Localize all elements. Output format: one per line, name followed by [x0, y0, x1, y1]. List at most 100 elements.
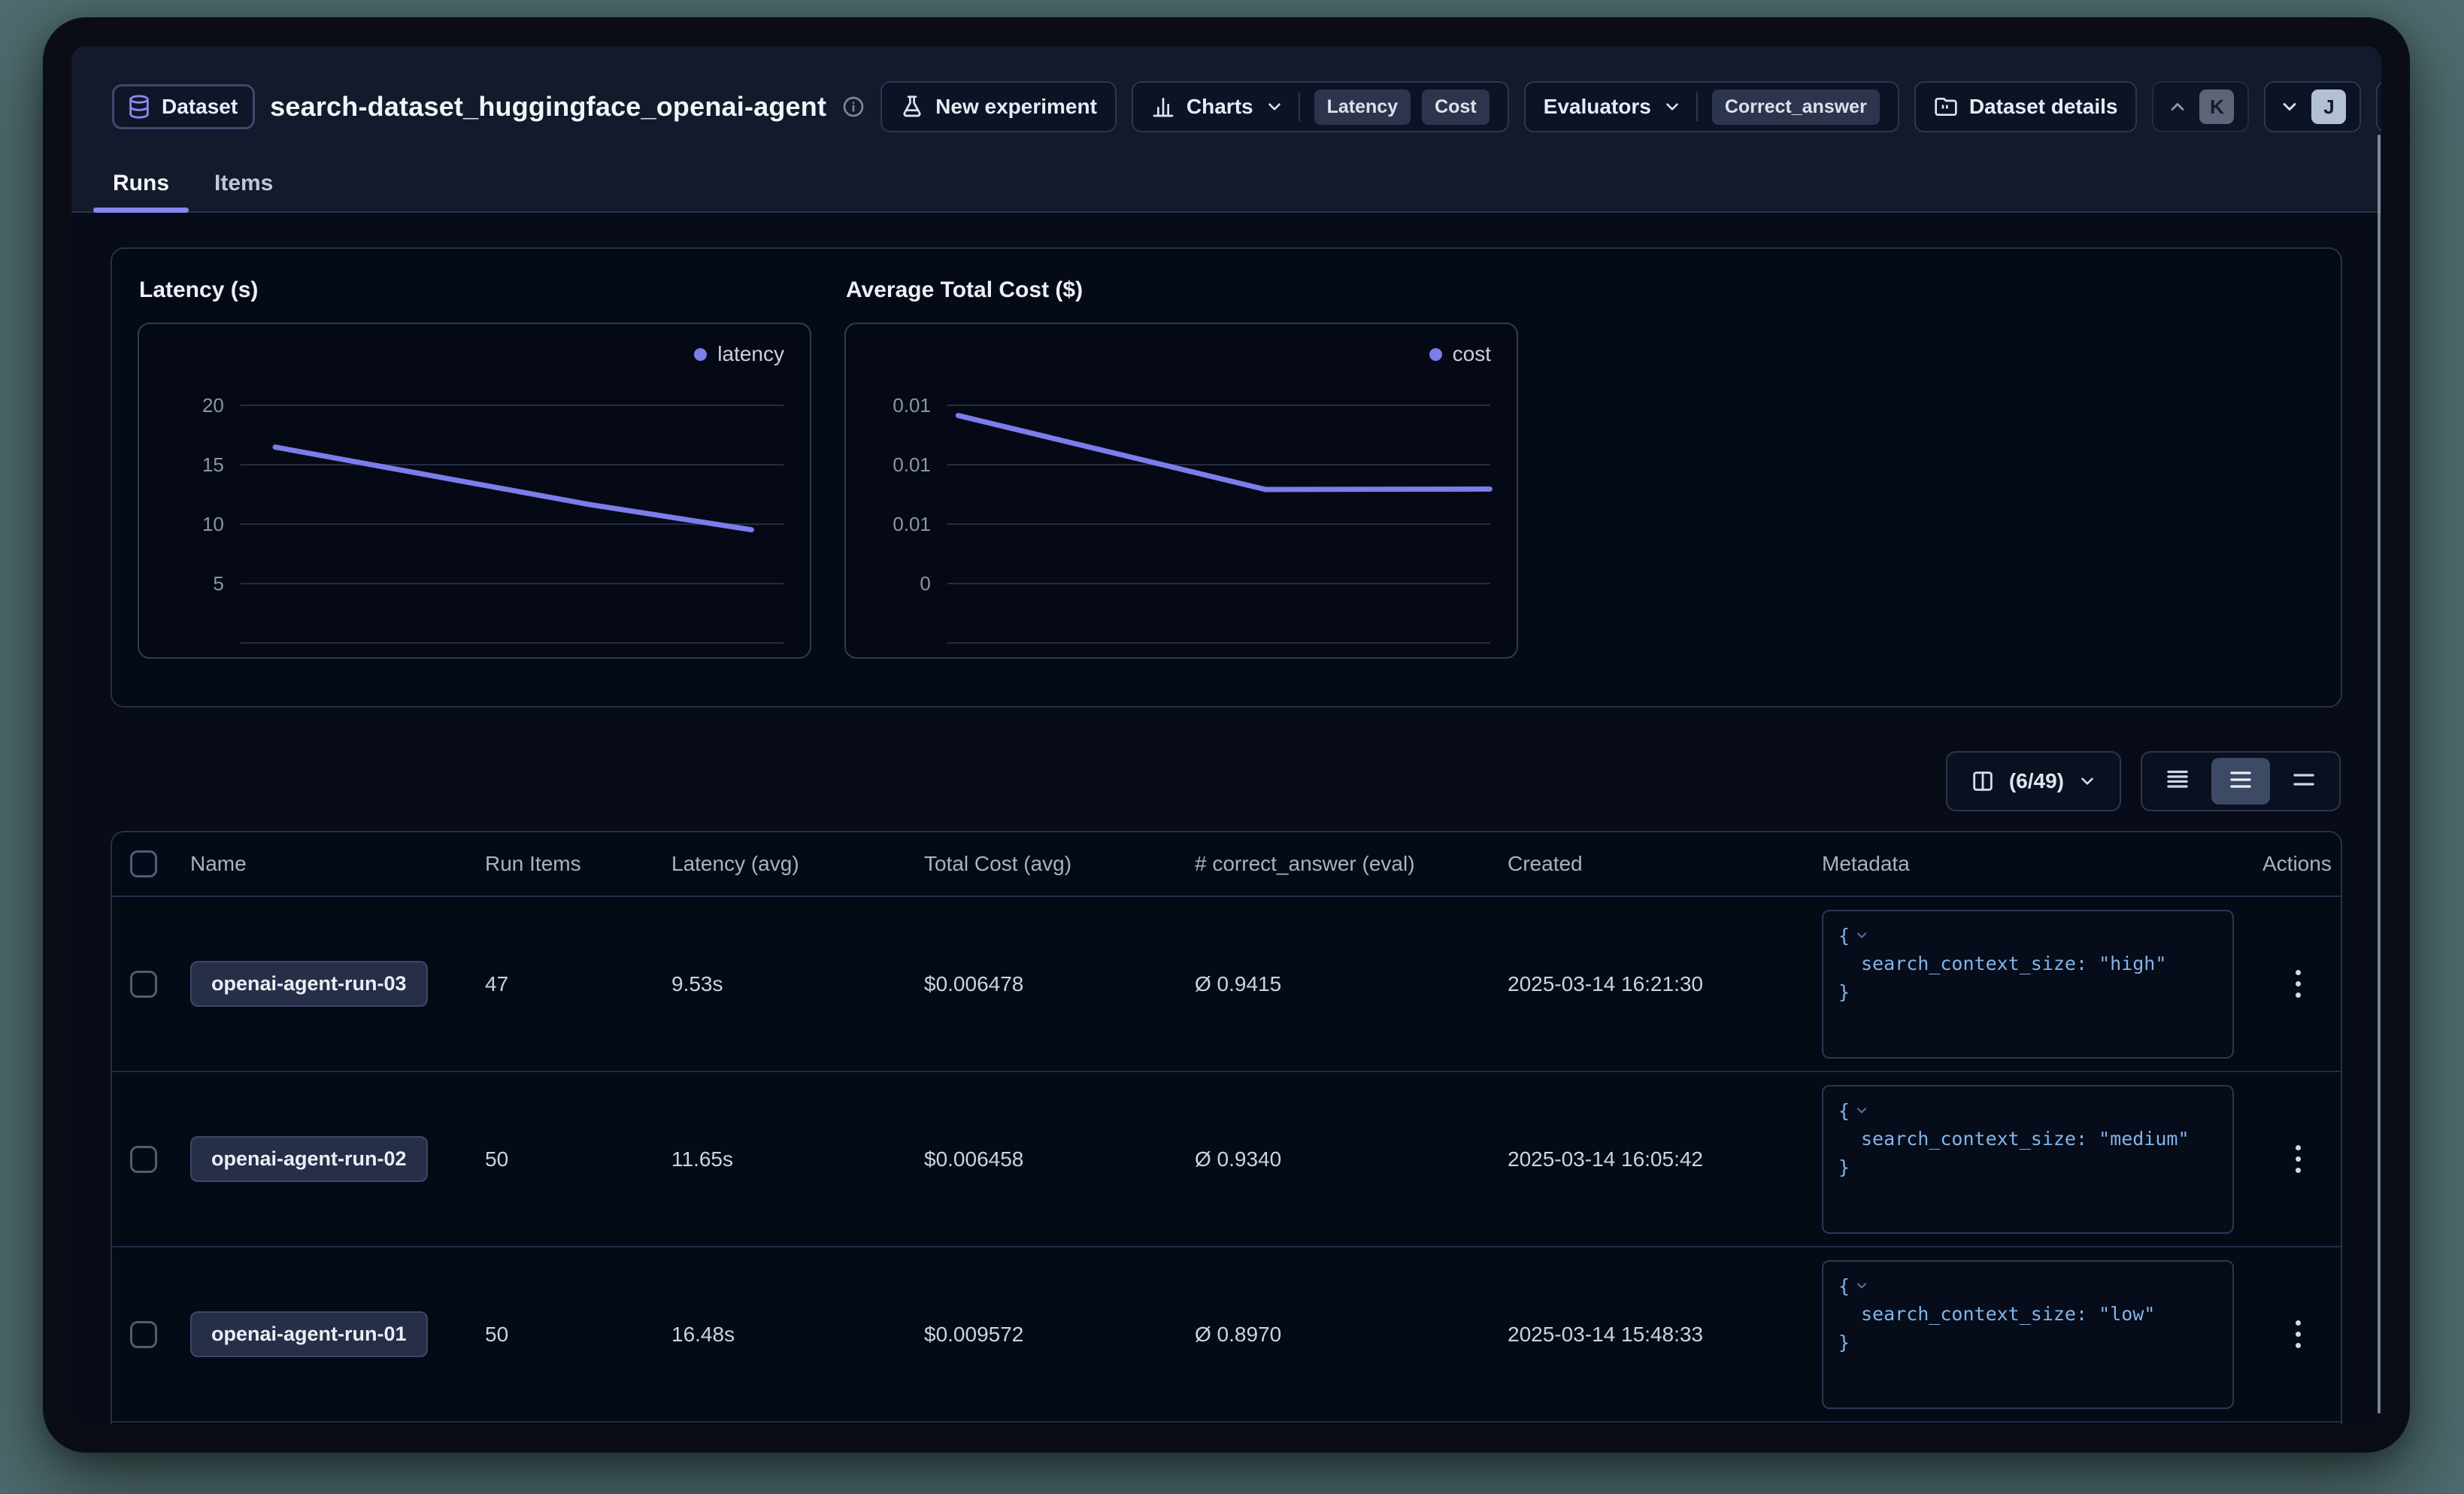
- divider: [1299, 92, 1300, 121]
- chevron-down-icon: [2279, 96, 2300, 117]
- row-height-medium-button[interactable]: [2211, 758, 2270, 805]
- cell-total-cost: $0.006458: [924, 1147, 1195, 1171]
- cell-created: 2025-03-14 16:21:30: [1508, 972, 1822, 996]
- column-visibility-button[interactable]: (6/49): [1946, 751, 2121, 811]
- cell-metadata: { search_context_size: "low" }: [1822, 1260, 2256, 1409]
- column-header-run-items: Run Items: [485, 852, 671, 876]
- svg-text:0.01: 0.01: [893, 395, 931, 417]
- evaluators-menu-button[interactable]: Evaluators Correct_answer: [1524, 81, 1899, 132]
- cell-total-cost: $0.009572: [924, 1323, 1195, 1347]
- cell-name: openai-agent-run-03: [190, 961, 485, 1007]
- run-name-badge[interactable]: openai-agent-run-01: [190, 1311, 428, 1357]
- row-height-dense-button[interactable]: [2148, 758, 2207, 805]
- chart-chip-latency[interactable]: Latency: [1314, 89, 1411, 125]
- folder-icon: [1934, 95, 1958, 119]
- metadata-json-box: { search_context_size: "medium" }: [1822, 1085, 2234, 1234]
- app-window: Dataset search-dataset_huggingface_opena…: [43, 17, 2410, 1453]
- metadata-value: "high": [2099, 953, 2166, 974]
- row-select-cell: [130, 1321, 190, 1348]
- row-actions-menu-button[interactable]: [2285, 1310, 2311, 1359]
- table-controls: (6/49): [112, 751, 2341, 811]
- previous-run-shortcut-button[interactable]: K: [2152, 81, 2249, 132]
- row-actions-menu-button[interactable]: [2285, 1135, 2311, 1183]
- svg-text:10: 10: [202, 514, 224, 535]
- run-name-badge[interactable]: openai-agent-run-02: [190, 1136, 428, 1182]
- cost-chart-title: Average Total Cost ($): [846, 277, 1518, 303]
- chevron-up-icon: [2167, 96, 2188, 117]
- row-checkbox[interactable]: [130, 1146, 157, 1173]
- latency-chart: 20 15 10 5 latency: [138, 323, 811, 659]
- evaluator-chip-correct-answer[interactable]: Correct_answer: [1712, 89, 1880, 125]
- svg-text:15: 15: [202, 455, 224, 476]
- vertical-scrollbar[interactable]: [2378, 135, 2381, 1414]
- metadata-expand-icon[interactable]: [1854, 1103, 1869, 1118]
- metadata-key: search_context_size:: [1861, 1128, 2087, 1150]
- select-all-checkbox[interactable]: [130, 850, 157, 877]
- table-row[interactable]: openai-agent-run-01 50 16.48s $0.009572 …: [112, 1247, 2341, 1423]
- metadata-json-box: { search_context_size: "high" }: [1822, 910, 2234, 1059]
- cell-correct-answer: Ø 0.9415: [1195, 972, 1508, 996]
- charts-menu-label: Charts: [1187, 95, 1253, 119]
- next-run-shortcut-button[interactable]: J: [2264, 81, 2361, 132]
- charts-menu-button[interactable]: Charts Latency Cost: [1132, 81, 1509, 132]
- row-actions-menu-button[interactable]: [2285, 959, 2311, 1008]
- legend-label: cost: [1453, 342, 1491, 366]
- new-experiment-button[interactable]: New experiment: [880, 81, 1117, 132]
- columns-icon: [1970, 768, 1996, 794]
- dataset-details-button[interactable]: Dataset details: [1914, 81, 2138, 132]
- cell-name: openai-agent-run-02: [190, 1136, 485, 1182]
- select-all-cell: [130, 850, 190, 877]
- dataset-badge: Dataset: [112, 84, 255, 129]
- metadata-expand-icon[interactable]: [1854, 928, 1869, 943]
- topbar: Dataset search-dataset_huggingface_opena…: [71, 46, 2381, 160]
- svg-text:0: 0: [920, 574, 930, 595]
- new-experiment-label: New experiment: [935, 95, 1097, 119]
- database-icon: [126, 94, 152, 120]
- latency-chart-title: Latency (s): [139, 277, 811, 303]
- more-options-button[interactable]: [2376, 81, 2381, 132]
- runs-table: Name Run Items Latency (avg) Total Cost …: [111, 831, 2342, 1424]
- tab-runs[interactable]: Runs: [95, 163, 186, 211]
- metadata-key: search_context_size:: [1861, 1303, 2087, 1325]
- info-icon[interactable]: [841, 95, 865, 119]
- column-count-label: (6/49): [2009, 769, 2064, 793]
- header: Dataset search-dataset_huggingface_opena…: [71, 46, 2381, 213]
- row-checkbox[interactable]: [130, 971, 157, 998]
- row-select-cell: [130, 971, 190, 998]
- tab-items[interactable]: Items: [197, 163, 290, 211]
- rows-dense-icon: [2164, 766, 2191, 797]
- table-row[interactable]: openai-agent-run-02 50 11.65s $0.006458 …: [112, 1072, 2341, 1247]
- legend-dot: [1429, 348, 1442, 361]
- column-header-created: Created: [1508, 852, 1822, 876]
- cost-chart-block: Average Total Cost ($) 0.010.010.010 cos…: [844, 274, 1518, 673]
- svg-text:0.01: 0.01: [893, 455, 931, 476]
- cell-total-cost: $0.006478: [924, 972, 1195, 996]
- evaluators-menu-label: Evaluators: [1544, 95, 1651, 119]
- row-height-tall-button[interactable]: [2275, 758, 2333, 805]
- column-header-metadata: Metadata: [1822, 852, 2256, 876]
- chevron-down-icon: [1265, 97, 1284, 117]
- cell-metadata: { search_context_size: "medium" }: [1822, 1085, 2256, 1234]
- column-header-correct-answer: # correct_answer (eval): [1195, 852, 1508, 876]
- cell-run-items: 50: [485, 1147, 671, 1171]
- column-header-total-cost: Total Cost (avg): [924, 852, 1195, 876]
- cell-run-items: 47: [485, 972, 671, 996]
- legend-label: latency: [717, 342, 784, 366]
- metadata-json-box: { search_context_size: "low" }: [1822, 1260, 2234, 1409]
- chart-chip-cost[interactable]: Cost: [1422, 89, 1490, 125]
- legend-dot: [694, 348, 707, 361]
- cell-actions: [2256, 1310, 2339, 1359]
- table-row[interactable]: openai-agent-run-03 47 9.53s $0.006478 Ø…: [112, 897, 2341, 1072]
- main-content: Latency (s) 20 15 10 5 latency Average Tota…: [71, 213, 2381, 1424]
- svg-text:20: 20: [202, 395, 224, 417]
- cell-actions: [2256, 959, 2339, 1008]
- table-header-row: Name Run Items Latency (avg) Total Cost …: [112, 832, 2341, 897]
- cost-chart: 0.010.010.010 cost: [844, 323, 1518, 659]
- run-name-badge[interactable]: openai-agent-run-03: [190, 961, 428, 1007]
- cell-latency: 11.65s: [671, 1147, 924, 1171]
- row-checkbox[interactable]: [130, 1321, 157, 1348]
- svg-text:5: 5: [213, 574, 223, 595]
- bar-chart-icon: [1151, 95, 1175, 119]
- cell-latency: 16.48s: [671, 1323, 924, 1347]
- metadata-expand-icon[interactable]: [1854, 1278, 1869, 1293]
